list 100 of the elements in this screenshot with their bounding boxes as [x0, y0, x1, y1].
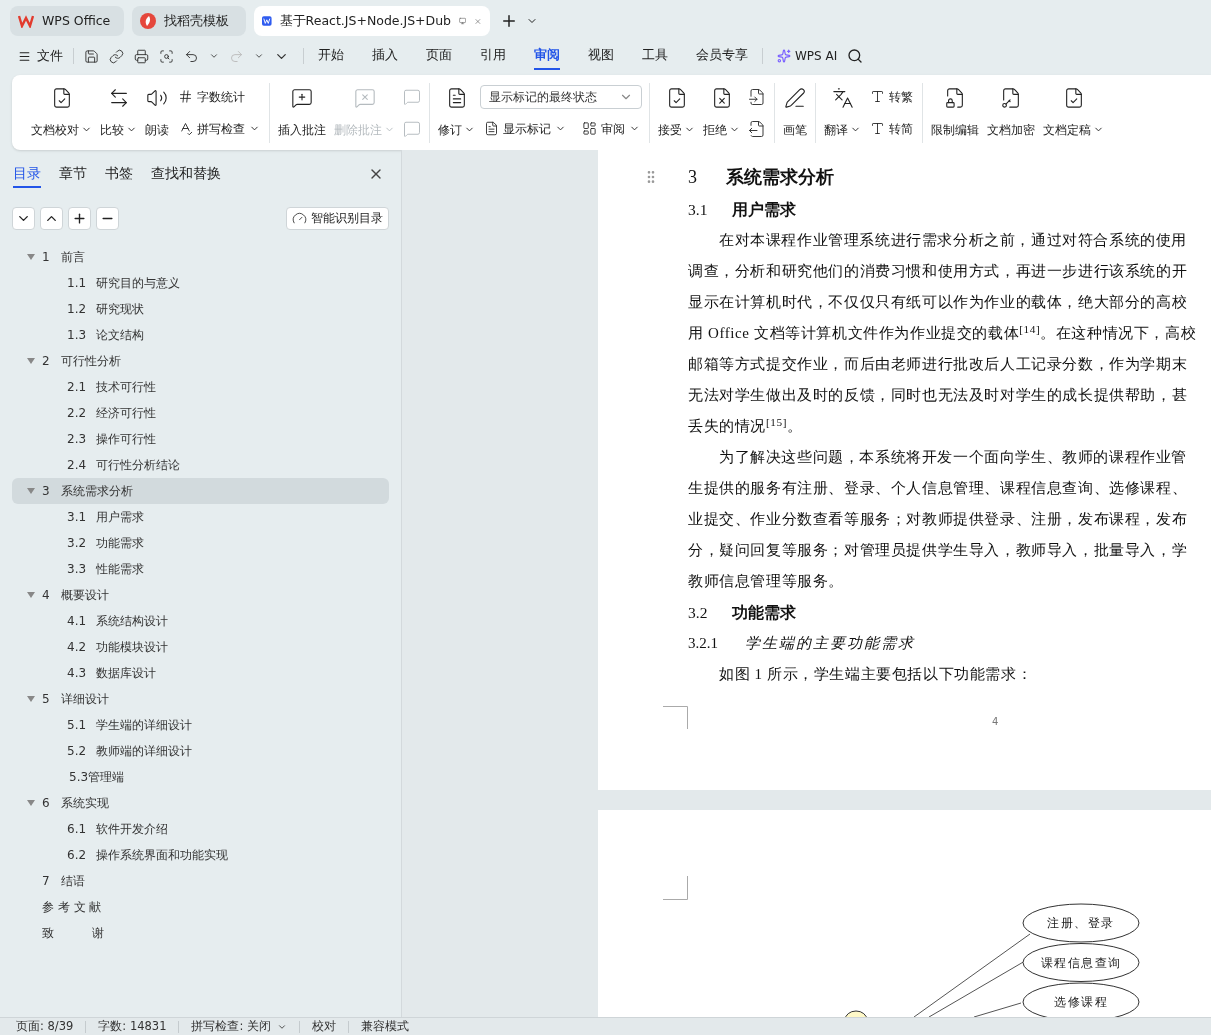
ribbon-button[interactable]: 比较 — [97, 82, 140, 143]
ribbon-tab[interactable]: 引用 — [480, 42, 506, 70]
toc-item[interactable]: 5.1 学生端的详细设计 — [12, 712, 389, 738]
ribbon-button[interactable]: 插入批注 — [275, 82, 329, 143]
toc-item[interactable]: 6.1 软件开发介绍 — [12, 816, 389, 842]
expand-all-icon[interactable] — [12, 206, 35, 230]
heading: 学生端的主要功能需求 — [745, 634, 915, 654]
toc-item[interactable]: 5.3管理端 — [12, 764, 389, 790]
toc-item[interactable]: 1.2 研究现状 — [12, 296, 389, 322]
ribbon-button[interactable]: 拼写检查 — [174, 116, 264, 141]
toc-item[interactable]: 4.1 系统结构设计 — [12, 608, 389, 634]
status-item[interactable]: 页面: 8/39 — [16, 1017, 74, 1035]
toc-item[interactable]: 3.2 功能需求 — [12, 530, 389, 556]
paragraph-line: 邮箱等方式提交作业，而后由老师进行批改后人工记录分数，作为学期末 — [688, 355, 1188, 375]
ribbon-button[interactable]: 画笔 — [780, 82, 810, 143]
caret-icon[interactable] — [209, 51, 219, 61]
file-menu[interactable]: 文件 — [18, 46, 63, 66]
toc-item[interactable]: 5 详细设计 — [12, 686, 389, 712]
toc-item[interactable]: 4.2 功能模块设计 — [12, 634, 389, 660]
ribbon-button[interactable]: 拒绝 — [700, 82, 743, 143]
toc-item[interactable]: 2.3 操作可行性 — [12, 426, 389, 452]
undo-icon[interactable] — [184, 48, 199, 64]
ribbon-button[interactable]: 转简 — [866, 116, 917, 141]
ai-button[interactable]: WPS AI — [777, 47, 838, 65]
ribbon-tab[interactable]: 会员专享 — [696, 42, 748, 70]
print-icon[interactable] — [134, 48, 149, 64]
plus-icon[interactable] — [68, 206, 91, 230]
expanded-triangle-icon[interactable] — [27, 695, 35, 703]
expanded-triangle-icon[interactable] — [27, 591, 35, 599]
toc-item[interactable]: 3.3 性能需求 — [12, 556, 389, 582]
ribbon-button[interactable]: 转繁 — [866, 84, 917, 109]
toc-item[interactable]: 2.4 可行性分析结论 — [12, 452, 389, 478]
search-icon[interactable] — [847, 48, 864, 64]
sidebar-tab[interactable]: 查找和替换 — [151, 160, 221, 188]
expanded-triangle-icon[interactable] — [27, 799, 35, 807]
monitor-icon[interactable] — [459, 15, 467, 27]
sidebar-tab[interactable]: 书签 — [105, 160, 133, 188]
collapse-all-icon[interactable] — [40, 206, 63, 230]
ribbon-tab[interactable]: 开始 — [318, 42, 344, 70]
caret-icon[interactable] — [254, 51, 264, 61]
toc-item[interactable]: 参 考 文 献 — [12, 894, 389, 920]
ribbon-tab[interactable]: 插入 — [372, 42, 398, 70]
leaf-logo-icon — [140, 13, 156, 29]
ribbon-tab[interactable]: 审阅 — [534, 42, 560, 70]
actor-head — [844, 1010, 868, 1017]
toc-item[interactable]: 致 谢 — [12, 920, 389, 946]
window-tab[interactable]: 基于React.JS+Node.JS+Dub — [254, 6, 490, 36]
expanded-triangle-icon[interactable] — [27, 487, 35, 495]
paragraph-line: 业提交、作业分数查看等服务；对教师提供登录、注册，发布课程，发布 — [688, 510, 1188, 530]
smart-toc-button[interactable]: 智能识别目录 — [286, 206, 389, 230]
toc-item[interactable]: 2.2 经济可行性 — [12, 400, 389, 426]
status-item[interactable]: 拼写检查: 关闭 — [191, 1017, 287, 1035]
expanded-triangle-icon[interactable] — [27, 357, 35, 365]
toc-item[interactable]: 1.3 论文结构 — [12, 322, 389, 348]
window-tab[interactable]: 找稻壳模板 — [132, 6, 246, 36]
save-icon[interactable] — [84, 48, 99, 64]
paragraph-line: 用 Office 文档等计算机文件作为作业提交的载体$^{[14]}$。在这种情况下，高校 — [688, 322, 1197, 344]
toc-item[interactable]: 1 前言 — [12, 244, 389, 270]
status-item[interactable]: 兼容模式 — [361, 1017, 409, 1035]
ribbon-button[interactable]: 朗读 — [142, 82, 172, 143]
preview-icon[interactable] — [159, 48, 174, 64]
ribbon-button[interactable]: 文档校对 — [28, 82, 95, 143]
sidebar-tab[interactable]: 章节 — [59, 160, 87, 188]
expanded-triangle-icon[interactable] — [27, 253, 35, 261]
document-icon — [484, 121, 499, 136]
status-item[interactable]: 校对 — [312, 1017, 336, 1035]
ribbon-button[interactable]: 修订 — [435, 82, 478, 143]
ribbon-tab[interactable]: 工具 — [642, 42, 668, 70]
toc-item[interactable]: 2.1 技术可行性 — [12, 374, 389, 400]
paragraph-line: 为了解决这些问题，本系统将开发一个面向学生、教师的课程作业管 — [719, 448, 1187, 468]
toc-item[interactable]: 6 系统实现 — [12, 790, 389, 816]
ribbon-button[interactable]: 限制编辑 — [928, 82, 982, 143]
paragraph-line: 调查，分析和研究他们的消费习惯和使用方式，再进一步进行该系统的开 — [688, 262, 1188, 282]
toc-item[interactable]: 1.1 研究目的与意义 — [12, 270, 389, 296]
toc-item[interactable]: 3 系统需求分析 — [12, 478, 389, 504]
ribbon-button[interactable]: 字数统计 — [174, 84, 249, 109]
link-icon[interactable] — [109, 48, 124, 64]
window-tab[interactable]: WPS Office — [10, 6, 124, 36]
sidebar-tab[interactable]: 目录 — [13, 160, 41, 188]
status-item[interactable]: 字数: 14831 — [98, 1017, 167, 1035]
heading: 系统需求分析 — [726, 165, 834, 189]
ribbon-tab[interactable]: 页面 — [426, 42, 452, 70]
markup-select[interactable]: 显示标记的最终状态 — [480, 84, 642, 109]
ribbon-button[interactable]: 接受 — [655, 82, 698, 143]
toc-item[interactable]: 6.2 操作系统界面和功能实现 — [12, 842, 389, 868]
toc-item[interactable]: 3.1 用户需求 — [12, 504, 389, 530]
ribbon-button[interactable]: 翻译 — [821, 82, 864, 143]
toc-item[interactable]: 4.3 数据库设计 — [12, 660, 389, 686]
ribbon-button[interactable]: 文档加密 — [984, 82, 1038, 143]
ribbon-button[interactable]: 显示标记 — [480, 116, 570, 141]
toc-item[interactable]: 2 可行性分析 — [12, 348, 389, 374]
toc-item[interactable]: 4 概要设计 — [12, 582, 389, 608]
new-tab-icon[interactable] — [500, 12, 518, 30]
margin-corner-mark — [663, 706, 688, 729]
ribbon-button[interactable]: 审阅 — [578, 116, 644, 141]
heading-number: 3.1 — [688, 199, 709, 220]
toc-item[interactable]: 5.2 教师端的详细设计 — [12, 738, 389, 764]
ribbon-tab[interactable]: 视图 — [588, 42, 614, 70]
ribbon-button[interactable]: 文档定稿 — [1040, 82, 1107, 143]
toc-item[interactable]: 7 结语 — [12, 868, 389, 894]
